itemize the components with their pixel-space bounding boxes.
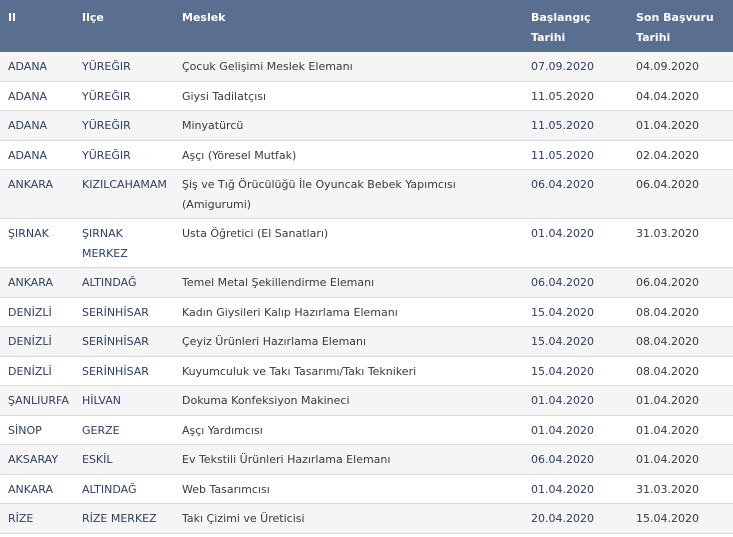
table-row[interactable]: ADANA YÜREĞIR Minyatürcü 11.05.2020 01.04.20… (0, 110, 733, 141)
cell-baslangic: 01.04.2020 (523, 415, 628, 445)
cell-il: DENİZLİ (0, 356, 74, 386)
cell-il: ANKARA (0, 169, 74, 219)
cell-ilce: SERİNHİSAR (74, 297, 174, 327)
cell-son-basvuru: 04.09.2020 (628, 52, 733, 82)
cell-meslek: Giysi Tadilatçısı (174, 81, 523, 111)
cell-son-basvuru: 31.03.2020 (628, 474, 733, 504)
cell-son-basvuru: 01.04.2020 (628, 444, 733, 475)
cell-meslek: Çocuk Gelişimi Meslek Elemanı (174, 52, 523, 82)
table-row[interactable]: DENİZLİ SERİNHİSAR Kuyumculuk ve Takı Tasa… (0, 356, 733, 386)
cell-meslek: Ev Tekstili Ürünleri Hazırlama Elemanı (174, 444, 523, 475)
cell-son-basvuru: 08.04.2020 (628, 297, 733, 327)
cell-il: ADANA (0, 110, 74, 141)
cell-baslangic: 15.04.2020 (523, 326, 628, 357)
cell-son-basvuru: 31.03.2020 (628, 218, 733, 268)
cell-ilce: SERİNHİSAR (74, 326, 174, 357)
table-body: ADANA YÜREĞIR Çocuk Gelişimi Meslek Eleman… (0, 52, 733, 534)
cell-baslangic: 15.04.2020 (523, 356, 628, 386)
cell-son-basvuru: 01.04.2020 (628, 110, 733, 141)
cell-il: SİNOP (0, 415, 74, 445)
cell-il: ADANA (0, 52, 74, 82)
cell-ilce: HİLVAN (74, 385, 174, 416)
header-ilce[interactable]: Ilçe (74, 0, 174, 52)
cell-ilce: ŞIRNAK MERKEZ (74, 218, 174, 268)
cell-meslek: Kuyumculuk ve Takı Tasarımı/Takı Teknike… (174, 356, 523, 386)
cell-son-basvuru: 02.04.2020 (628, 140, 733, 170)
cell-il: DENİZLİ (0, 326, 74, 357)
cell-ilce: GERZE (74, 415, 174, 445)
cell-baslangic: 15.04.2020 (523, 297, 628, 327)
cell-son-basvuru: 06.04.2020 (628, 267, 733, 298)
cell-ilce: YÜREĞIR (74, 52, 174, 82)
cell-il: ANKARA (0, 267, 74, 298)
cell-il: ŞIRNAK (0, 218, 74, 268)
table-row[interactable]: ADANA YÜREĞIR Aşçı (Yöresel Mutfak) 11.05.2… (0, 140, 733, 170)
cell-ilce: ALTINDAĞ (74, 474, 174, 504)
header-meslek[interactable]: Meslek (174, 0, 523, 52)
table-row[interactable]: SİNOP GERZE Aşçı Yardımcısı 01.04.2020 01.04… (0, 415, 733, 445)
cell-baslangic: 01.04.2020 (523, 474, 628, 504)
table-row[interactable]: ANKARA ALTINDAĞ Web Tasarımcısı 01.04.2020 3… (0, 474, 733, 504)
cell-meslek: Usta Öğretici (El Sanatları) (174, 218, 523, 268)
cell-baslangic: 01.04.2020 (523, 385, 628, 416)
cell-ilce: YÜREĞIR (74, 110, 174, 141)
cell-baslangic: 01.04.2020 (523, 218, 628, 268)
cell-il: ANKARA (0, 474, 74, 504)
cell-son-basvuru: 08.04.2020 (628, 356, 733, 386)
header-il[interactable]: Il (0, 0, 74, 52)
table-row[interactable]: DENİZLİ SERİNHİSAR Çeyiz Ürünleri Hazırlam… (0, 326, 733, 357)
cell-baslangic: 11.05.2020 (523, 81, 628, 111)
cell-meslek: Kadın Giysileri Kalıp Hazırlama Elemanı (174, 297, 523, 327)
cell-baslangic: 11.05.2020 (523, 110, 628, 141)
table-row[interactable]: ANKARA ALTINDAĞ Temel Metal Şekillendirme … (0, 267, 733, 298)
cell-meslek: Takı Çizimi ve Üreticisi (174, 503, 523, 534)
cell-baslangic: 06.04.2020 (523, 169, 628, 219)
cell-ilce: RİZE MERKEZ (74, 503, 174, 534)
cell-il: ŞANLIURFA (0, 385, 74, 416)
table-row[interactable]: AKSARAY ESKİL Ev Tekstili Ürünleri Hazırla… (0, 444, 733, 475)
table-header: Il Ilçe Meslek Başlangıç Tarihi Son Başv… (0, 0, 733, 52)
cell-il: ADANA (0, 81, 74, 111)
cell-il: RİZE (0, 503, 74, 534)
cell-meslek: Dokuma Konfeksiyon Makineci (174, 385, 523, 416)
cell-son-basvuru: 06.04.2020 (628, 169, 733, 219)
cell-baslangic: 07.09.2020 (523, 52, 628, 82)
table-row[interactable]: ANKARA KIZILCAHAMAM Şiş ve Tığ Örücülüğü İ… (0, 169, 733, 219)
cell-son-basvuru: 04.04.2020 (628, 81, 733, 111)
header-son-basvuru[interactable]: Son Başvuru Tarihi (628, 0, 733, 52)
cell-meslek: Minyatürcü (174, 110, 523, 141)
cell-il: ADANA (0, 140, 74, 170)
cell-son-basvuru: 08.04.2020 (628, 326, 733, 357)
table-row[interactable]: RİZE RİZE MERKEZ Takı Çizimi ve Üreticisi 2… (0, 503, 733, 534)
cell-son-basvuru: 01.04.2020 (628, 415, 733, 445)
cell-baslangic: 06.04.2020 (523, 444, 628, 475)
cell-meslek: Aşçı Yardımcısı (174, 415, 523, 445)
cell-il: AKSARAY (0, 444, 74, 475)
cell-meslek: Aşçı (Yöresel Mutfak) (174, 140, 523, 170)
header-row: Il Ilçe Meslek Başlangıç Tarihi Son Başv… (0, 0, 733, 52)
cell-baslangic: 06.04.2020 (523, 267, 628, 298)
table-row[interactable]: DENİZLİ SERİNHİSAR Kadın Giysileri Kalıp H… (0, 297, 733, 327)
header-baslangic[interactable]: Başlangıç Tarihi (523, 0, 628, 52)
cell-ilce: ALTINDAĞ (74, 267, 174, 298)
cell-ilce: YÜREĞIR (74, 81, 174, 111)
table-row[interactable]: ADANA YÜREĞIR Giysi Tadilatçısı 11.05.2020 0… (0, 81, 733, 111)
cell-ilce: KIZILCAHAMAM (74, 169, 174, 219)
cell-son-basvuru: 15.04.2020 (628, 503, 733, 534)
cell-ilce: SERİNHİSAR (74, 356, 174, 386)
cell-meslek: Çeyiz Ürünleri Hazırlama Elemanı (174, 326, 523, 357)
course-table: Il Ilçe Meslek Başlangıç Tarihi Son Başv… (0, 0, 733, 534)
table-row[interactable]: ŞANLIURFA HİLVAN Dokuma Konfeksiyon Makine… (0, 385, 733, 416)
table-row[interactable]: ADANA YÜREĞIR Çocuk Gelişimi Meslek Eleman… (0, 52, 733, 82)
cell-meslek: Temel Metal Şekillendirme Elemanı (174, 267, 523, 298)
cell-il: DENİZLİ (0, 297, 74, 327)
cell-baslangic: 20.04.2020 (523, 503, 628, 534)
cell-baslangic: 11.05.2020 (523, 140, 628, 170)
table-row[interactable]: ŞIRNAK ŞIRNAK MERKEZ Usta Öğretici (El San… (0, 218, 733, 268)
cell-ilce: YÜREĞIR (74, 140, 174, 170)
cell-son-basvuru: 01.04.2020 (628, 385, 733, 416)
cell-meslek: Web Tasarımcısı (174, 474, 523, 504)
cell-ilce: ESKİL (74, 444, 174, 475)
cell-meslek: Şiş ve Tığ Örücülüğü İle Oyuncak Bebek Y… (174, 169, 523, 219)
